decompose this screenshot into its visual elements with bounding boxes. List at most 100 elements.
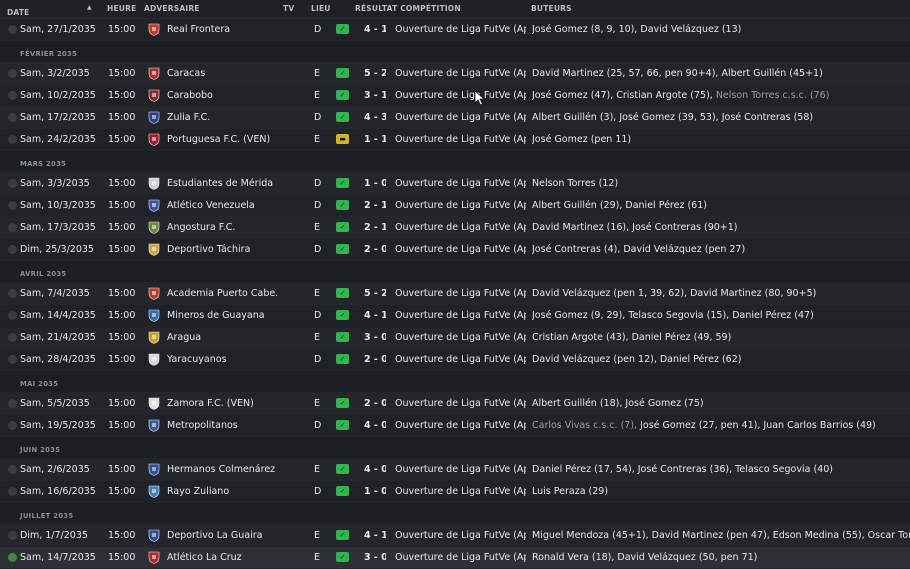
- competition-name[interactable]: Ouverture de Liga FutVe (Ap…: [395, 24, 526, 35]
- column-header-opponent[interactable]: ADVERSAIRE: [144, 4, 200, 13]
- opponent-name[interactable]: Metropolitanos: [167, 420, 277, 431]
- fixture-time: 15:00: [108, 288, 136, 299]
- match-score[interactable]: 4 - 3: [364, 112, 386, 123]
- opponent-name[interactable]: Caracas: [167, 68, 277, 79]
- fixture-row[interactable]: Sam, 10/2/2035 15:00 Carabobo E ✓ 3 - 1 Ouvert…: [0, 85, 910, 107]
- competition-name[interactable]: Ouverture de Liga FutVe (Ap…: [395, 552, 526, 563]
- competition-name[interactable]: Ouverture de Liga FutVe (Ap…: [395, 90, 526, 101]
- scorers-text: Ronald Vera (18), David Velázquez (50, p…: [532, 552, 758, 563]
- fixture-row[interactable]: Sam, 17/3/2035 15:00 Angostura F.C. E ✓ 2 - 1…: [0, 217, 910, 239]
- match-score[interactable]: 4 - 0: [364, 464, 386, 475]
- match-score[interactable]: 2 - 0: [364, 398, 386, 409]
- opponent-name[interactable]: Zamora F.C. (VEN): [167, 398, 277, 409]
- competition-name[interactable]: Ouverture de Liga FutVe (Ap…: [395, 354, 526, 365]
- opponent-name[interactable]: Academia Puerto Cabe…: [167, 288, 277, 299]
- match-score[interactable]: 4 - 1: [364, 24, 386, 35]
- sort-arrow-icon[interactable]: ▲: [87, 4, 92, 11]
- opponent-name[interactable]: Portuguesa F.C. (VEN): [167, 134, 277, 145]
- competition-name[interactable]: Ouverture de Liga FutVe (Ap…: [395, 200, 526, 211]
- opponent-name[interactable]: Deportivo La Guaira: [167, 530, 277, 541]
- opponent-name[interactable]: Deportivo Táchira: [167, 244, 277, 255]
- competition-name[interactable]: Ouverture de Liga FutVe (Ap…: [395, 398, 526, 409]
- competition-name[interactable]: Ouverture de Liga FutVe (Ap…: [395, 420, 526, 431]
- fixture-row[interactable]: Sam, 7/4/2035 15:00 Academia Puerto Cabe… E…: [0, 283, 910, 305]
- competition-name[interactable]: Ouverture de Liga FutVe (Ap…: [395, 464, 526, 475]
- competition-name[interactable]: Ouverture de Liga FutVe (Ap…: [395, 310, 526, 321]
- match-score[interactable]: 1 - 0: [364, 178, 386, 189]
- column-header-time[interactable]: HEURE: [107, 4, 136, 13]
- match-score[interactable]: 3 - 1: [364, 90, 386, 101]
- opponent-name[interactable]: Estudiantes de Mérida: [167, 178, 277, 189]
- club-crest-icon: [148, 67, 160, 80]
- fixture-row[interactable]: Sam, 5/5/2035 15:00 Zamora F.C. (VEN) E ✓ 2 -…: [0, 393, 910, 415]
- competition-name[interactable]: Ouverture de Liga FutVe (Ap…: [395, 530, 526, 541]
- win-result-icon: ✓: [336, 112, 349, 122]
- fixture-row[interactable]: Sam, 2/6/2035 15:00 Hermanos Colmenárez E ✓ 4…: [0, 459, 910, 481]
- opponent-name[interactable]: Aragua: [167, 332, 277, 343]
- opponent-name[interactable]: Zulia F.C.: [167, 112, 277, 123]
- opponent-name[interactable]: Mineros de Guayana: [167, 310, 277, 321]
- match-score[interactable]: 2 - 0: [364, 244, 386, 255]
- opponent-name[interactable]: Yaracuyanos: [167, 354, 277, 365]
- fixture-row[interactable]: Sam, 16/6/2035 15:00 Rayo Zuliano D ✓ 1 - 0 Ou…: [0, 481, 910, 503]
- match-score[interactable]: 5 - 2: [364, 68, 386, 79]
- fixture-date: Sam, 14/7/2035: [20, 552, 96, 563]
- fixture-row[interactable]: Sam, 17/2/2035 15:00 Zulia F.C. D ✓ 4 - 3 Ouve…: [0, 107, 910, 129]
- fixture-row[interactable]: Sam, 21/4/2035 15:00 Aragua E ✓ 3 - 0 Ouvertur…: [0, 327, 910, 349]
- competition-name[interactable]: Ouverture de Liga FutVe (Ap…: [395, 222, 526, 233]
- competition-name[interactable]: Ouverture de Liga FutVe (Ap…: [395, 68, 526, 79]
- fixture-row[interactable]: Sam, 14/7/2035 15:00 Atlético La Cruz E ✓ 3 -…: [0, 547, 910, 569]
- match-status-icon: [8, 333, 17, 342]
- match-score[interactable]: 4 - 0: [364, 420, 386, 431]
- match-score[interactable]: 1 - 0: [364, 486, 386, 497]
- competition-name[interactable]: Ouverture de Liga FutVe (Ap…: [395, 134, 526, 145]
- match-score[interactable]: 3 - 0: [364, 332, 386, 343]
- month-label: MARS 2035: [20, 160, 67, 168]
- scorers-text: Luis Peraza (29): [532, 486, 609, 497]
- opponent-name[interactable]: Hermanos Colmenárez: [167, 464, 277, 475]
- win-result-icon: ✓: [336, 464, 349, 474]
- opponent-name[interactable]: Real Frontera: [167, 24, 277, 35]
- fixture-row[interactable]: Sam, 10/3/2035 15:00 Atlético Venezuela D ✓ 2…: [0, 195, 910, 217]
- competition-name[interactable]: Ouverture de Liga FutVe (Ap…: [395, 178, 526, 189]
- club-crest-icon: [148, 551, 160, 564]
- match-status-icon: [8, 465, 17, 474]
- column-header-tv[interactable]: TV: [283, 4, 294, 13]
- column-header-scorers[interactable]: BUTEURS: [531, 4, 572, 13]
- goal-scorers: David Martinez (16), José Contreras (90+…: [532, 222, 910, 233]
- fixture-row[interactable]: Dim, 25/3/2035 15:00 Deportivo Táchira D ✓ 2 …: [0, 239, 910, 261]
- match-score[interactable]: 1 - 1: [364, 134, 386, 145]
- fixture-row[interactable]: Dim, 1/7/2035 15:00 Deportivo La Guaira E ✓ 4…: [0, 525, 910, 547]
- competition-name[interactable]: Ouverture de Liga FutVe (Ap…: [395, 486, 526, 497]
- fixture-time: 15:00: [108, 530, 136, 541]
- goal-scorers: José Gomez (9, 29), Telasco Segovia (15)…: [532, 310, 910, 321]
- competition-name[interactable]: Ouverture de Liga FutVe (Ap…: [395, 244, 526, 255]
- match-score[interactable]: 2 - 1: [364, 222, 386, 233]
- competition-name[interactable]: Ouverture de Liga FutVe (Ap…: [395, 112, 526, 123]
- fixture-row[interactable]: Sam, 24/2/2035 15:00 Portuguesa F.C. (VEN)…: [0, 129, 910, 151]
- fixture-row[interactable]: Sam, 27/1/2035 15:00 Real Frontera D ✓ 4 - 1 O…: [0, 19, 910, 41]
- match-score[interactable]: 2 - 0: [364, 354, 386, 365]
- competition-name[interactable]: Ouverture de Liga FutVe (Ap…: [395, 288, 526, 299]
- fixture-row[interactable]: Sam, 19/5/2035 15:00 Metropolitanos D ✓ 4 - 0…: [0, 415, 910, 437]
- match-score[interactable]: 4 - 1: [364, 310, 386, 321]
- column-header-result-competition[interactable]: RÉSULTAT COMPÉTITION: [355, 4, 461, 13]
- goal-scorers: José Contreras (4), David Velázquez (pen…: [532, 244, 910, 255]
- fixture-row[interactable]: Sam, 3/3/2035 15:00 Estudiantes de Mérida D…: [0, 173, 910, 195]
- fixture-row[interactable]: Sam, 14/4/2035 15:00 Mineros de Guayana D ✓ 4…: [0, 305, 910, 327]
- own-goal-scorer: Carlos Vivas c.s.c. (7),: [532, 420, 638, 431]
- opponent-name[interactable]: Rayo Zuliano: [167, 486, 277, 497]
- win-result-icon: ✓: [336, 24, 349, 34]
- column-header-venue[interactable]: LIEU: [311, 4, 331, 13]
- match-score[interactable]: 2 - 1: [364, 200, 386, 211]
- fixture-row[interactable]: Sam, 28/4/2035 15:00 Yaracuyanos D ✓ 2 - 0 Ouv…: [0, 349, 910, 371]
- opponent-name[interactable]: Atlético La Cruz: [167, 552, 277, 563]
- opponent-name[interactable]: Carabobo: [167, 90, 277, 101]
- opponent-name[interactable]: Angostura F.C.: [167, 222, 277, 233]
- match-score[interactable]: 4 - 1: [364, 530, 386, 541]
- match-score[interactable]: 3 - 0: [364, 552, 386, 563]
- match-score[interactable]: 5 - 2: [364, 288, 386, 299]
- opponent-name[interactable]: Atlético Venezuela: [167, 200, 277, 211]
- fixture-row[interactable]: Sam, 3/2/2035 15:00 Caracas E ✓ 5 - 2 Ouvertur…: [0, 63, 910, 85]
- competition-name[interactable]: Ouverture de Liga FutVe (Ap…: [395, 332, 526, 343]
